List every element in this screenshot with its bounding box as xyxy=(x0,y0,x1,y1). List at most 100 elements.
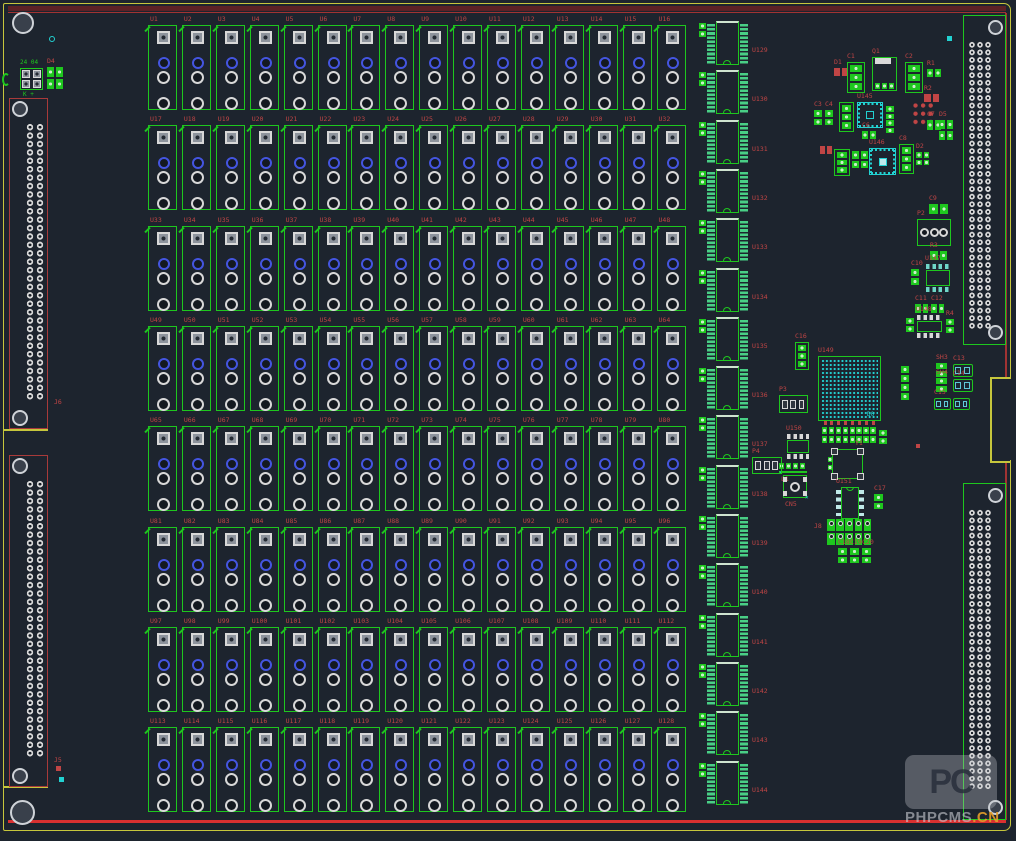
part-dip8[interactable]: U150 xyxy=(786,434,810,459)
grid-component[interactable]: U34 xyxy=(182,226,211,311)
grid-component[interactable]: U8 xyxy=(385,25,414,110)
grid-component[interactable]: U60 xyxy=(521,326,550,411)
grid-component[interactable]: U123 xyxy=(487,727,516,812)
part-pads2v[interactable]: C20 xyxy=(862,548,871,563)
grid-component[interactable]: U24 xyxy=(385,125,414,210)
part-hpads3[interactable]: P4 xyxy=(752,457,782,474)
edge-connector-left[interactable] xyxy=(9,98,48,429)
grid-component[interactable]: U124 xyxy=(521,727,550,812)
grid-component[interactable]: U11 xyxy=(487,25,516,110)
grid-component[interactable]: U72 xyxy=(385,426,414,511)
part-pads2v[interactable]: C3 xyxy=(814,110,822,125)
part-rdot[interactable] xyxy=(56,766,61,771)
grid-component[interactable]: U112 xyxy=(657,627,686,712)
part-pads2v[interactable] xyxy=(901,384,909,400)
grid-component[interactable]: U127 xyxy=(623,727,652,812)
grid-component[interactable]: U82 xyxy=(182,527,211,612)
grid-component[interactable]: U15 xyxy=(623,25,652,110)
ic-component[interactable]: U131 xyxy=(699,119,761,166)
part-cdot[interactable] xyxy=(49,36,55,42)
part-pads2v[interactable] xyxy=(861,151,868,168)
grid-component[interactable]: U48 xyxy=(657,226,686,311)
grid-component[interactable]: U70 xyxy=(318,426,347,511)
part-soic8[interactable]: U147 xyxy=(925,264,951,292)
grid-component[interactable]: U52 xyxy=(250,326,279,411)
grid-component[interactable]: U53 xyxy=(284,326,313,411)
grid-component[interactable]: U119 xyxy=(351,727,380,812)
part-pads4g[interactable]: D4 xyxy=(47,67,63,89)
grid-component[interactable]: U95 xyxy=(623,527,652,612)
grid-component[interactable]: U61 xyxy=(555,326,584,411)
grid-component[interactable]: U104 xyxy=(385,627,414,712)
part-pads4w[interactable]: 24 04K + xyxy=(20,68,43,90)
part-pads2v[interactable]: C18 xyxy=(838,548,847,563)
grid-component[interactable]: U121 xyxy=(419,727,448,812)
grid-component[interactable]: U63 xyxy=(623,326,652,411)
grid-component[interactable]: U102 xyxy=(318,627,347,712)
grid-component[interactable]: U40 xyxy=(385,226,414,311)
grid-component[interactable]: U66 xyxy=(182,426,211,511)
grid-component[interactable]: U44 xyxy=(521,226,550,311)
grid-component[interactable]: U93 xyxy=(555,527,584,612)
part-redpads2[interactable]: D1 xyxy=(834,68,847,76)
grid-component[interactable]: U51 xyxy=(216,326,245,411)
grid-component[interactable]: U36 xyxy=(250,226,279,311)
ic-component[interactable]: U139 xyxy=(699,513,761,560)
ic-component[interactable]: U132 xyxy=(699,168,761,215)
grid-component[interactable]: U27 xyxy=(487,125,516,210)
ic-component[interactable]: U130 xyxy=(699,69,761,116)
grid-component[interactable]: U111 xyxy=(623,627,652,712)
grid-component[interactable]: U76 xyxy=(521,426,550,511)
ic-component[interactable]: U134 xyxy=(699,267,761,314)
part-csq[interactable] xyxy=(59,777,64,782)
part-qfnB[interactable]: U146 xyxy=(869,148,896,175)
grid-component[interactable]: U75 xyxy=(487,426,516,511)
grid-component[interactable]: U96 xyxy=(657,527,686,612)
grid-component[interactable]: U35 xyxy=(216,226,245,311)
grid-component[interactable]: U10 xyxy=(453,25,482,110)
grid-component[interactable]: U28 xyxy=(521,125,550,210)
connector-right[interactable] xyxy=(963,15,1006,345)
grid-component[interactable]: U114 xyxy=(182,727,211,812)
grid-component[interactable]: U62 xyxy=(589,326,618,411)
grid-component[interactable]: U38 xyxy=(318,226,347,311)
grid-component[interactable]: U74 xyxy=(453,426,482,511)
ic-component[interactable]: U129 xyxy=(699,20,761,67)
grid-component[interactable]: U118 xyxy=(318,727,347,812)
part-csq[interactable] xyxy=(947,36,952,41)
part-pads2v[interactable] xyxy=(852,151,859,168)
grid-component[interactable]: U89 xyxy=(419,527,448,612)
grid-component[interactable]: U56 xyxy=(385,326,414,411)
grid-component[interactable]: U30 xyxy=(589,125,618,210)
grid-component[interactable]: U43 xyxy=(487,226,516,311)
part-bga[interactable]: U149D0 xyxy=(818,356,881,421)
grid-component[interactable]: U97 xyxy=(148,627,177,712)
grid-component[interactable]: U58 xyxy=(453,326,482,411)
grid-component[interactable]: U92 xyxy=(521,527,550,612)
grid-component[interactable]: U106 xyxy=(453,627,482,712)
part-dip8v[interactable]: U151 xyxy=(836,487,864,519)
ic-component[interactable]: U142 xyxy=(699,661,761,708)
part-pads2v[interactable]: C17 xyxy=(874,494,883,509)
grid-component[interactable]: U80 xyxy=(657,426,686,511)
grid-component[interactable]: U116 xyxy=(250,727,279,812)
part-caph[interactable] xyxy=(953,398,970,410)
grid-component[interactable]: U49 xyxy=(148,326,177,411)
grid-component[interactable]: U84 xyxy=(250,527,279,612)
grid-component[interactable]: U21 xyxy=(284,125,313,210)
part-sot[interactable]: Q1 xyxy=(872,57,897,91)
grid-component[interactable]: U17 xyxy=(148,125,177,210)
grid-component[interactable]: U22 xyxy=(318,125,347,210)
ic-component[interactable]: U143 xyxy=(699,710,761,757)
grid-component[interactable]: U13 xyxy=(555,25,584,110)
part-redpads2[interactable]: R2 xyxy=(924,94,939,102)
ic-component[interactable]: U136 xyxy=(699,365,761,412)
part-pads2v[interactable]: C19 xyxy=(850,548,859,563)
grid-component[interactable]: U26 xyxy=(453,125,482,210)
grid-component[interactable]: U109 xyxy=(555,627,584,712)
part-pads2h[interactable]: R1 xyxy=(927,69,941,77)
grid-component[interactable]: U59 xyxy=(487,326,516,411)
grid-component[interactable]: U103 xyxy=(351,627,380,712)
part-pads2v[interactable]: C10 xyxy=(911,269,919,285)
grid-component[interactable]: U12 xyxy=(521,25,550,110)
